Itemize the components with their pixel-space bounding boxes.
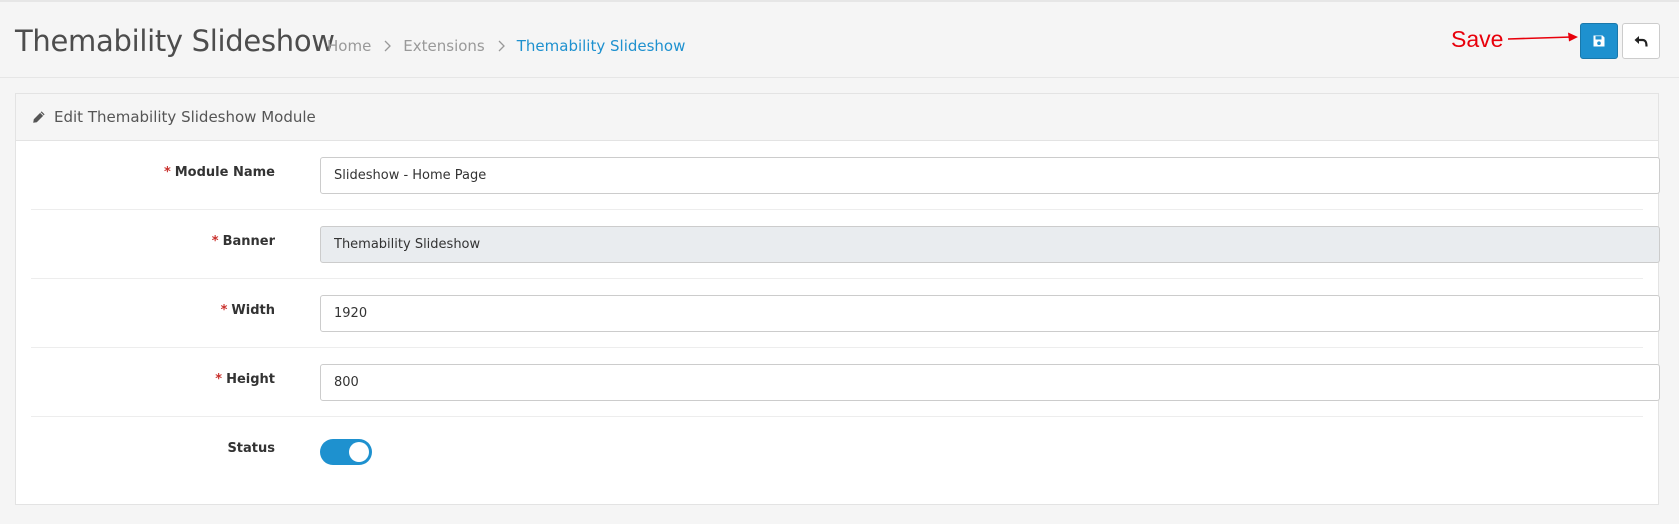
height-label: * Height <box>215 372 275 387</box>
required-marker: * <box>215 372 223 387</box>
page-title: Themability Slideshow <box>15 24 335 58</box>
breadcrumb-current-link[interactable]: Themability Slideshow <box>517 36 686 56</box>
panel-title: Edit Themability Slideshow Module <box>54 108 316 126</box>
width-label-text: Width <box>231 303 275 318</box>
pencil-icon <box>33 111 45 123</box>
annotation-arrow-icon <box>1508 32 1578 42</box>
back-button[interactable] <box>1622 23 1660 59</box>
status-label: Status <box>227 441 275 456</box>
save-annotation-label: Save <box>1451 26 1504 52</box>
form-row-height: * Height <box>31 348 1660 417</box>
form-row-status: Status <box>31 417 1643 486</box>
form-row-banner: * Banner <box>31 210 1660 279</box>
chevron-right-icon <box>497 40 505 52</box>
panel-heading: Edit Themability Slideshow Module <box>16 94 1658 141</box>
edit-module-panel: Edit Themability Slideshow Module * Modul… <box>15 93 1660 505</box>
header-actions <box>1580 23 1660 59</box>
form-row-module-name: * Module Name <box>31 141 1660 210</box>
required-marker: * <box>220 303 228 318</box>
required-marker: * <box>163 165 171 180</box>
banner-label-text: Banner <box>222 234 275 249</box>
module-name-label-text: Module Name <box>174 165 275 180</box>
breadcrumb-home-link[interactable]: Home <box>327 36 371 56</box>
height-input[interactable] <box>320 364 1660 401</box>
module-name-label: * Module Name <box>164 165 275 180</box>
breadcrumb-extensions-link[interactable]: Extensions <box>403 36 484 56</box>
save-button[interactable] <box>1580 23 1618 59</box>
module-name-input[interactable] <box>320 157 1660 194</box>
banner-input[interactable] <box>320 226 1660 263</box>
breadcrumb: Home Extensions Themability Slideshow <box>327 36 685 56</box>
toggle-knob <box>349 442 369 462</box>
height-label-text: Height <box>226 372 275 387</box>
chevron-right-icon <box>383 40 392 52</box>
banner-label: * Banner <box>212 234 275 249</box>
width-label: * Width <box>221 303 275 318</box>
reply-icon <box>1634 36 1648 47</box>
width-input[interactable] <box>320 295 1660 332</box>
save-icon <box>1593 35 1605 47</box>
form-row-width: * Width <box>31 279 1660 348</box>
required-marker: * <box>211 234 219 249</box>
page-header: Themability Slideshow Home Extensions Th… <box>0 0 1679 78</box>
status-toggle[interactable] <box>320 439 372 465</box>
